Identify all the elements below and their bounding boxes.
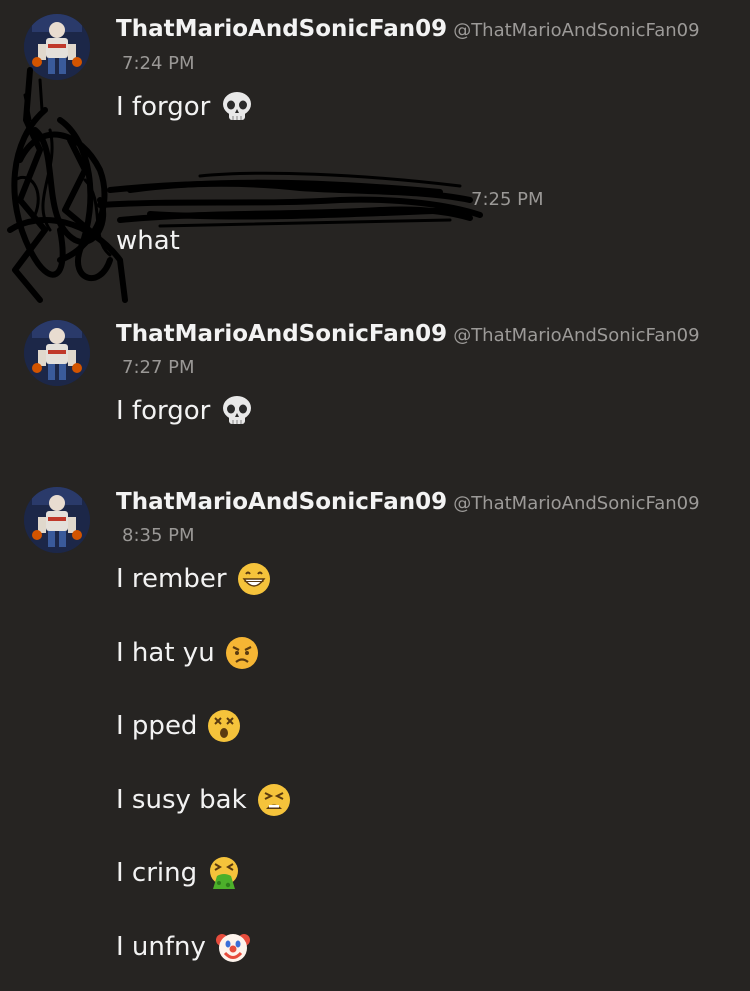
message-line: I unfny — [116, 932, 206, 962]
grinning-face-icon — [237, 562, 271, 596]
avatar-icon — [24, 487, 90, 553]
message-text: I forgor — [116, 394, 254, 428]
message-line: I rember — [116, 564, 227, 594]
timestamp: 7:27 PM — [122, 357, 195, 378]
timestamp: 8:35 PM — [122, 525, 195, 546]
message-line: I hat yu — [116, 638, 215, 668]
message-line: I pped — [116, 711, 198, 741]
message-line: I susy bak — [116, 785, 247, 815]
avatar-icon — [24, 320, 90, 386]
message-text: I cring — [116, 856, 241, 890]
tired-face-icon — [257, 783, 291, 817]
username-text: ThatMarioAndSonicFan09 — [116, 489, 448, 515]
redaction-scribble — [7, 67, 483, 303]
message-line: I forgor — [116, 396, 211, 426]
message-line: I cring — [116, 858, 198, 888]
dizzy-face-icon — [207, 709, 241, 743]
message-text: I rember — [116, 562, 271, 596]
username[interactable]: ThatMarioAndSonicFan09 @ThatMarioAndSonic… — [116, 321, 700, 347]
message-text: I hat yu — [116, 636, 259, 670]
message-text: I susy bak — [116, 783, 291, 817]
skull-icon — [220, 394, 254, 428]
message-text: I unfny — [116, 930, 250, 964]
avatar[interactable] — [24, 487, 90, 553]
clown-face-icon — [215, 930, 250, 964]
username-text: ThatMarioAndSonicFan09 — [116, 321, 448, 347]
message-text: I pped — [116, 709, 241, 743]
angry-face-icon — [225, 636, 259, 670]
avatar[interactable] — [24, 320, 90, 386]
username[interactable]: ThatMarioAndSonicFan09 @ThatMarioAndSonic… — [116, 489, 700, 515]
vomiting-face-icon — [207, 856, 241, 890]
user-handle: @ThatMarioAndSonicFan09 — [453, 493, 700, 514]
user-handle: @ThatMarioAndSonicFan09 — [453, 325, 700, 346]
